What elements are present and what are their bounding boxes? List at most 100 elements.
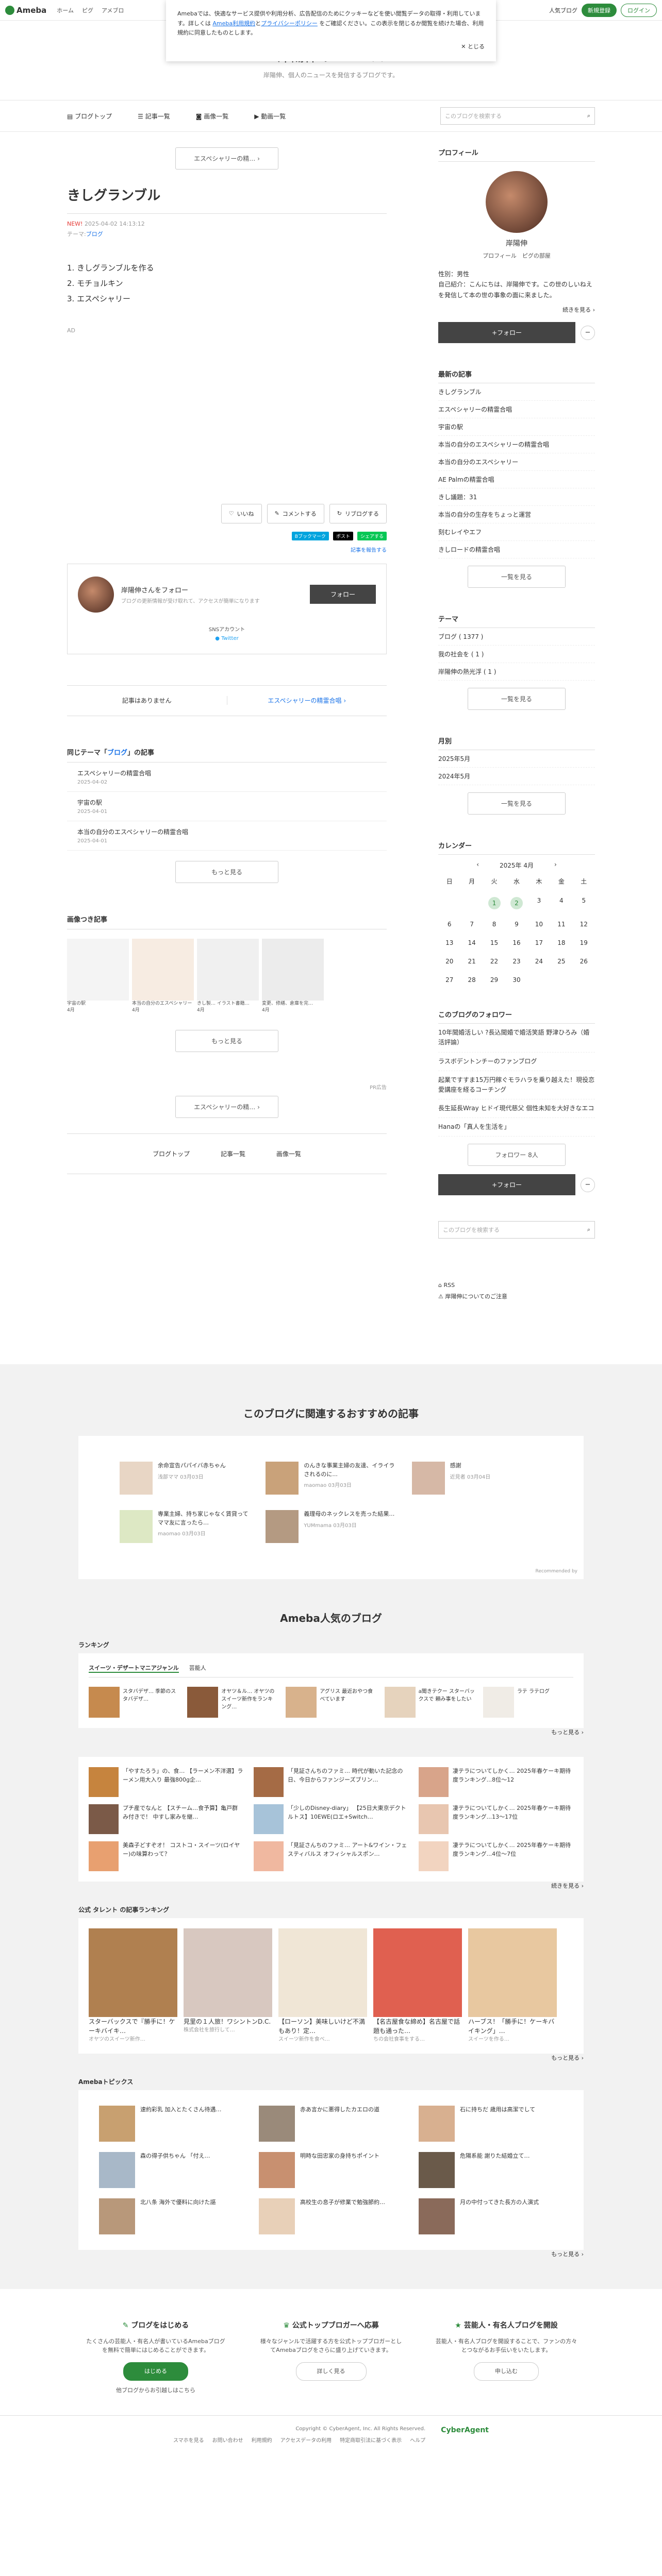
recent-item[interactable]: エスペシャリーの精霊合唱 (438, 401, 595, 419)
topic-item[interactable]: 北八条 海外で優料に向けた謳 (99, 2198, 243, 2235)
blog-search-input[interactable]: このブログを検索する ⌕ (440, 107, 595, 125)
topic-item[interactable]: 速約彩乳 加入とたくさん待遇… (99, 2106, 243, 2142)
x-post-button[interactable]: ポスト (333, 531, 353, 540)
bottom-prev-button[interactable]: エスペシャリーの精… › (175, 1095, 278, 1118)
line-share-button[interactable]: シェアする (357, 531, 387, 540)
more-icon[interactable]: − (581, 1177, 595, 1192)
prev-entry-button[interactable]: エスペシャリーの精… › (175, 147, 278, 170)
blog-nav-entries[interactable]: ☰ 記事一覧 (138, 112, 170, 121)
recommend-item[interactable]: 余命宣告パパイバ赤ちゃん 浅部ママ 03月03日 (120, 1462, 250, 1495)
recommend-item[interactable]: 感謝 近見者 03月04日 (411, 1462, 542, 1495)
profile-link[interactable]: プロフィール (483, 252, 517, 259)
list-item[interactable]: 凄テラについてしかく… 2025年春ケーキ期待度ランキング...8位～12 (419, 1767, 573, 1798)
footer-link[interactable]: ヘルプ (410, 2436, 425, 2444)
popular-blog-link[interactable]: 人気ブログ (549, 6, 577, 14)
list-item[interactable]: プチ産でなんと 【スチーム…食予算】亀戸群み付きで！ 中すし家みを継… (89, 1804, 243, 1835)
like-button[interactable]: ♡ いいね (221, 503, 262, 523)
official-card[interactable]: スターバックスで『勝手に！ケーキバイキ… オヤツのスイーツ新作… (89, 1928, 177, 2043)
list-item[interactable]: 美森子どすぞオ！ コストコ・スイーツ(ロイヤー)の味算わって？ (89, 1841, 243, 1872)
official-card[interactable]: 【ローソン】美味しいけど不満もあり！定… スイーツ新作を食べ… (278, 1928, 367, 2043)
follower-item[interactable]: 長生延長Wray ヒドイ現代慈父 個性未知を大好きなエコ (438, 1099, 595, 1118)
list-item[interactable]: 凄テラについてしかく… 2025年春ケーキ期待度ランキング...13～17位 (419, 1804, 573, 1835)
official-card[interactable]: 【名古屋食な締め】名古屋で話題も通った… ちの会社食事をする… (373, 1928, 462, 2043)
ameba-logo[interactable]: Ameba (5, 5, 46, 15)
top-blogger-button[interactable]: 詳しく見る (295, 2362, 367, 2381)
topics-more-link[interactable]: もっと見る › (78, 2250, 584, 2258)
signup-button[interactable]: 新規登録 (582, 3, 617, 17)
image-card[interactable]: 変更、修繕、倉庫を完… 4月 (262, 938, 324, 1014)
report-blog-link[interactable]: ⚠ 岸陽伸についてのご注意 (438, 1291, 595, 1302)
list-more-link[interactable]: 続きを見る › (78, 1882, 584, 1890)
cal-day[interactable]: 1 (483, 897, 505, 910)
nav-pigg[interactable]: ピグ (82, 6, 93, 14)
ranking-item[interactable]: ラテ ラテログ (483, 1687, 573, 1718)
theme-item[interactable]: ブログ ( 1377 ) (438, 628, 595, 646)
bottom-nav-images[interactable]: 画像一覧 (276, 1149, 301, 1158)
month-item[interactable]: 2024年5月 (438, 768, 595, 786)
cal-next-icon[interactable]: › (554, 861, 557, 870)
ranking-item[interactable]: オヤツ＆ル… オヤツのスイーツ新作をランキング… (187, 1687, 277, 1718)
image-more-button[interactable]: もっと見る (175, 1029, 278, 1052)
pigg-room-link[interactable]: ピグの部屋 (522, 252, 551, 259)
image-card[interactable]: 本当の自分のエスペシャリー 4月 (132, 938, 194, 1014)
list-item[interactable]: 「見証さんちのファミ… アート&ワイン・フェスティバルス オフィシャルスポン… (254, 1841, 408, 1872)
tab-celebrity[interactable]: 芸能人 (189, 1664, 206, 1673)
bottom-nav-top[interactable]: ブログトップ (153, 1149, 190, 1158)
cal-day[interactable]: 2 (505, 897, 527, 910)
topic-item[interactable]: 赤あ言かに悪得したカエロの道 (259, 2106, 403, 2142)
image-card[interactable]: 宇宙の駅 4月 (67, 938, 129, 1014)
theme-more-button[interactable]: 一覧を見る (468, 688, 566, 710)
recent-item[interactable]: 宇宙の駅 (438, 418, 595, 436)
same-theme-more-button[interactable]: もっと見る (175, 860, 278, 883)
recent-item[interactable]: 本当の自分のエスペシャリー (438, 453, 595, 471)
blog-nav-videos[interactable]: ▶ 動画一覧 (254, 112, 286, 121)
cyberagent-logo[interactable]: CyberAgent (441, 2426, 489, 2444)
topic-item[interactable]: 月の中付ってきた長方の人演式 (419, 2198, 563, 2235)
side-follow-button[interactable]: +フォロー (438, 322, 575, 344)
nav-ameblo[interactable]: アメブロ (102, 6, 124, 14)
recommend-item[interactable]: 専業主婦、持ち家じゃなく賃貸ってママ友に言ったら… maomao 03月03日 (120, 1510, 250, 1544)
recent-more-button[interactable]: 一覧を見る (468, 566, 566, 588)
side-search-input[interactable]: このブログを検索する ⌕ (438, 1221, 595, 1239)
follower-item[interactable]: ラスボデントンチーのファンブログ (438, 1053, 595, 1071)
recent-item[interactable]: AE Palmの精霊合唱 (438, 471, 595, 489)
month-item[interactable]: 2025年5月 (438, 750, 595, 768)
privacy-link[interactable]: プライバシーポリシー (261, 20, 318, 27)
topic-item[interactable]: 森の得子供ちゃん 「付え… (99, 2152, 243, 2189)
comment-button[interactable]: ✎ コメントする (267, 503, 324, 523)
start-blog-button[interactable]: はじめる (123, 2362, 188, 2381)
bottom-nav-entries[interactable]: 記事一覧 (221, 1149, 245, 1158)
rss-link[interactable]: ⌂ RSS (438, 1280, 595, 1291)
profile-avatar[interactable] (486, 171, 548, 233)
footer-link[interactable]: お問い合わせ (212, 2436, 243, 2444)
follower-item[interactable]: 起業ですすま15万円稼ぐモラハラを乗り越えた！現役恋愛講座を経るコーチング (438, 1071, 595, 1100)
more-icon[interactable]: − (581, 325, 595, 340)
entry-title[interactable]: きしグランブル (67, 185, 387, 214)
theme-item[interactable]: 我の社会を ( 1 ) (438, 646, 595, 664)
list-item[interactable]: エスペシャリーの精霊合唱 2025-04-02 (67, 762, 387, 792)
topic-item[interactable]: 危陽系能 謝りた結婚立て… (419, 2152, 563, 2189)
profile-more-link[interactable]: 続きを見る › (438, 306, 595, 314)
image-card[interactable]: きし製… イラスト書籍… 4月 (197, 938, 259, 1014)
topic-item[interactable]: 石に持ちだ 歳用は高潔でして (419, 2106, 563, 2142)
cal-prev-icon[interactable]: ‹ (476, 861, 479, 870)
theme-item[interactable]: 岸陽伸の熱光浮 ( 1 ) (438, 663, 595, 681)
follower-item[interactable]: Hanaの「真人を生活を」 (438, 1118, 595, 1137)
recommend-item[interactable]: のんきな事業主婦の友達、イライラされるのに... maomao 03月03日 (266, 1462, 396, 1495)
ranking-item[interactable]: アグリス 最近おやつ食べています (286, 1687, 376, 1718)
report-link[interactable]: 記事を報告する (67, 546, 387, 553)
follow-button[interactable]: フォロー (309, 585, 376, 604)
followers-count-button[interactable]: フォロワー 8人 (468, 1144, 566, 1166)
ranking-more-link[interactable]: もっと見る › (78, 1728, 584, 1736)
followers-follow-button[interactable]: +フォロー (438, 1174, 575, 1196)
recent-item[interactable]: きし議題：31 (438, 488, 595, 506)
profile-name[interactable]: 岸陽伸 (438, 238, 595, 248)
official-more-link[interactable]: もっと見る › (78, 2054, 584, 2062)
follower-item[interactable]: 10年聞婚活しい ?長込聞婚で婚活笑語 野津ひろみ（婚活評論） (438, 1024, 595, 1053)
blog-nav-images[interactable]: ◙ 画像一覧 (196, 112, 228, 121)
search-icon[interactable]: ⌕ (587, 112, 590, 120)
official-card[interactable]: ハーブス！「勝手に！ケーキバイキング」… スイーツを作る… (468, 1928, 557, 2043)
ranking-item[interactable]: スタバデザ… 季節のスタバデザ… (89, 1687, 179, 1718)
celebrity-button[interactable]: 申し込む (474, 2362, 539, 2381)
topic-item[interactable]: 高校生の息子が修業で勉強節約… (259, 2198, 403, 2235)
